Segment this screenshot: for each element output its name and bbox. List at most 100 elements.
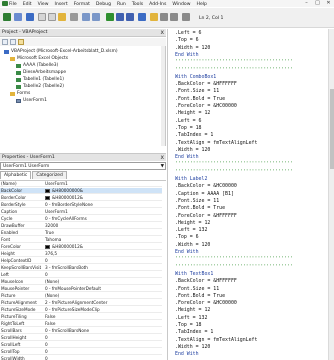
menu-addins[interactable]: Add-Ins — [149, 2, 166, 7]
close-button[interactable]: ✕ — [325, 1, 332, 6]
menu-insert[interactable]: Insert — [55, 2, 68, 7]
property-row[interactable]: Picture (None) — [0, 293, 162, 299]
menu-help[interactable]: Help — [196, 2, 206, 7]
property-value[interactable]: &H80000012& — [45, 244, 162, 250]
property-value[interactable]: 2 - fmPictureAlignmentCenter — [45, 300, 162, 306]
property-row[interactable]: ScrollTop 0 — [0, 349, 162, 355]
toggle-folders-icon[interactable] — [18, 39, 24, 45]
property-row[interactable]: Font Tahoma — [0, 237, 162, 243]
menu-run[interactable]: Run — [117, 2, 126, 7]
save-icon[interactable] — [26, 13, 34, 21]
property-value[interactable]: &H80000012& — [45, 195, 162, 201]
tree-item[interactable]: AAAA (Tabelle3) — [16, 63, 58, 68]
property-row[interactable]: MousePointer 0 - fmMousePointerDefault — [0, 286, 162, 292]
copy-icon[interactable] — [48, 13, 56, 21]
menu-window[interactable]: Window — [172, 2, 190, 7]
chevron-down-icon[interactable]: ▼ — [161, 163, 164, 170]
restore-button[interactable]: □ — [314, 1, 321, 6]
property-value[interactable]: 0 - fmCycleAllForms — [45, 216, 162, 222]
code-line[interactable]: .TextAlign = fmTextAlignLeft — [175, 140, 257, 146]
code-line[interactable]: .Height = 12 — [175, 220, 210, 226]
code-line[interactable]: .Width = 120 — [175, 242, 210, 248]
property-value[interactable]: 0 — [45, 342, 162, 348]
minimize-button[interactable]: – — [303, 1, 310, 6]
code-line[interactable]: .Top = 18 — [175, 322, 202, 328]
code-line[interactable]: With TextBox1 — [175, 271, 213, 277]
properties-icon[interactable] — [160, 13, 168, 21]
property-value[interactable]: 0 - fmBorderStyleNone — [45, 202, 162, 208]
property-row[interactable]: Left 0 — [0, 272, 162, 278]
code-line[interactable]: .BackColor = &HFFFFFF — [175, 278, 237, 284]
property-value[interactable]: 0 — [45, 272, 162, 278]
property-row[interactable]: HelpContextID 0 — [0, 258, 162, 264]
code-line[interactable]: .Top = 18 — [175, 125, 202, 131]
code-line[interactable]: .Height = 12 — [175, 110, 210, 116]
code-editor[interactable]: .Left = 6 .Top = 6 .Width = 120 End With '''… — [175, 30, 327, 360]
view-object-icon[interactable] — [10, 39, 16, 45]
code-line[interactable]: .Font.Bold = True — [175, 205, 225, 211]
code-line[interactable]: End With — [175, 351, 199, 357]
property-value[interactable]: 0 — [45, 356, 162, 360]
code-line[interactable]: .Top = 6 — [175, 37, 199, 43]
code-line[interactable]: .ForeColor = &HC00000 — [175, 103, 237, 109]
property-row[interactable]: Enabled True — [0, 230, 162, 236]
property-row[interactable]: ScrollLeft 0 — [0, 342, 162, 348]
code-line[interactable]: With Label2 — [175, 176, 207, 182]
tree-item[interactable]: UserForm1 — [16, 98, 47, 103]
code-line[interactable]: .TextAlign = fmTextAlignLeft — [175, 337, 257, 343]
property-row[interactable]: KeepScrollBarsVisible 3 - fmScrollBarsBot… — [0, 265, 162, 271]
tree-item[interactable]: Forms — [10, 91, 30, 96]
code-line[interactable]: '''''''''''''''''''''''''''''''''''''''' — [175, 59, 293, 65]
code-line[interactable]: .Font.Bold = True — [175, 96, 225, 102]
property-value[interactable]: False — [45, 314, 162, 320]
view-excel-icon[interactable] — [3, 13, 11, 21]
view-code-icon[interactable] — [2, 39, 8, 45]
property-row[interactable]: ForeColor &H80000012& — [0, 244, 162, 250]
property-value[interactable]: 3 - fmScrollBarsBoth — [45, 265, 162, 271]
property-row[interactable]: Height 376,5 — [0, 251, 162, 257]
tree-item[interactable]: Tabelle2 (Tabelle2) — [16, 84, 64, 89]
menu-edit[interactable]: Edit — [23, 2, 32, 7]
property-value[interactable]: UserForm1 — [45, 181, 162, 187]
property-value[interactable]: 32000 — [45, 223, 162, 229]
property-value[interactable]: 0 - fmScrollBarsNone — [45, 328, 162, 334]
property-row[interactable]: DrawBuffer 32000 — [0, 223, 162, 229]
code-line[interactable]: .BackColor = &HC00000 — [175, 183, 237, 189]
tree-item[interactable]: Tabelle1 (Tabelle1) — [16, 77, 64, 82]
code-line[interactable]: .Font.Size = 11 — [175, 198, 219, 204]
code-window[interactable]: .Left = 6 .Top = 6 .Width = 120 End With '''… — [167, 29, 334, 360]
code-line[interactable]: '''''''''''''''''''''''''''''''''''''''' — [175, 169, 293, 175]
property-value[interactable]: 0 - fmPictureSizeModeClip — [45, 307, 162, 313]
code-line[interactable]: .TabIndex = 1 — [175, 132, 213, 138]
menu-view[interactable]: View — [38, 2, 49, 7]
property-row[interactable]: BorderStyle 0 - fmBorderStyleNone — [0, 202, 162, 208]
property-row[interactable]: Caption UserForm1 — [0, 209, 162, 215]
property-row[interactable]: BorderColor &H80000012& — [0, 195, 162, 201]
object-selector[interactable]: UserForm1 UserForm ▼ — [0, 162, 166, 170]
code-line[interactable]: .Top = 6 — [175, 234, 199, 240]
code-line[interactable]: End With — [175, 154, 199, 160]
code-line[interactable]: .ForeColor = &HC00000 — [175, 300, 237, 306]
property-value[interactable]: True — [45, 230, 162, 236]
run-icon[interactable] — [106, 13, 114, 21]
property-row[interactable]: PictureAlignment 2 - fmPictureAlignmentCe… — [0, 300, 162, 306]
property-row[interactable]: ScrollHeight 0 — [0, 335, 162, 341]
code-line[interactable]: '''''''''''''''''''''''''''''''''''''''' — [175, 67, 293, 73]
code-line[interactable]: .BackColor = &HFFFFFF — [175, 81, 237, 87]
property-row[interactable]: MouseIcon (None) — [0, 279, 162, 285]
cut-icon[interactable] — [38, 13, 46, 21]
code-line[interactable]: End With — [175, 52, 199, 58]
tree-item[interactable]: Microsoft Excel Objects — [10, 56, 68, 61]
property-row[interactable]: (Name) UserForm1 — [0, 181, 162, 187]
paste-icon[interactable] — [58, 13, 66, 21]
code-line[interactable]: With ComboBox1 — [175, 74, 216, 80]
property-row[interactable]: PictureSizeMode 0 - fmPictureSizeModeClip — [0, 307, 162, 313]
property-row[interactable]: Cycle 0 - fmCycleAllForms — [0, 216, 162, 222]
property-row[interactable]: ScrollBars 0 - fmScrollBarsNone — [0, 328, 162, 334]
code-line[interactable]: '''''''''''''''''''''''''''''''''''''''' — [175, 256, 293, 262]
property-row[interactable]: PictureTiling False — [0, 314, 162, 320]
code-line[interactable]: .Left = 6 — [175, 118, 202, 124]
close-project-explorer-button[interactable]: x — [160, 29, 164, 36]
project-explorer-icon[interactable] — [150, 13, 158, 21]
property-value[interactable]: UserForm1 — [45, 209, 162, 215]
